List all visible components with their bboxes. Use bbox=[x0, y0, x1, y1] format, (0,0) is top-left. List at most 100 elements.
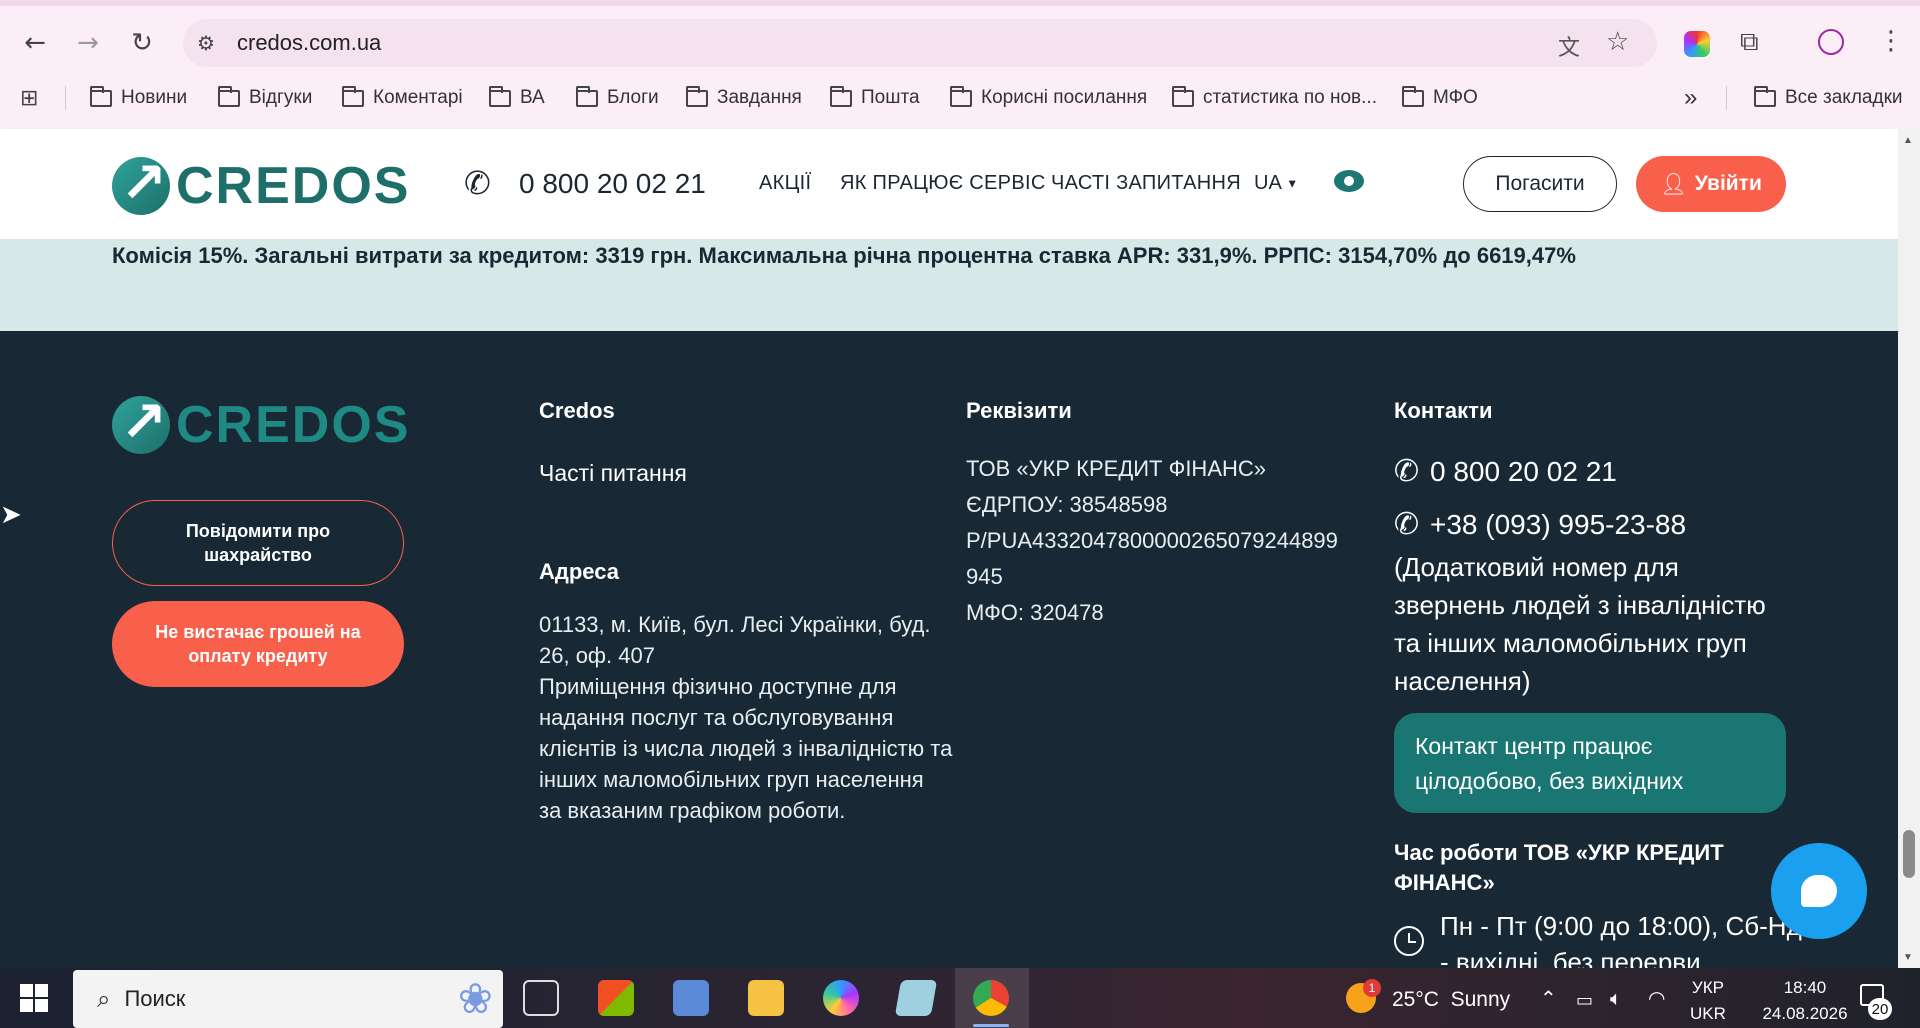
accessibility-text: Приміщення фізично доступне для bbox=[539, 674, 897, 699]
footer-contacts-title: Контакти bbox=[1394, 398, 1493, 423]
footer-address-title: Адреса bbox=[539, 559, 619, 584]
language-select[interactable]: UA ▼ bbox=[1254, 172, 1298, 195]
accessibility-text: інших маломобільних груп населення bbox=[539, 767, 924, 792]
faq-link[interactable]: Часті питання bbox=[539, 458, 687, 489]
profile-icon[interactable] bbox=[1818, 29, 1844, 55]
file-explorer-icon[interactable] bbox=[748, 980, 784, 1016]
network-icon[interactable]: ◠ bbox=[1648, 986, 1665, 1010]
contact-center-badge: Контакт центр працює цілодобово, без вих… bbox=[1394, 713, 1786, 813]
scroll-down-icon[interactable]: ▼ bbox=[1903, 952, 1913, 963]
puzzle-icon[interactable]: ⧉ bbox=[1740, 27, 1759, 58]
bookmark-label: Блоги bbox=[607, 87, 659, 108]
folder-icon bbox=[90, 85, 112, 107]
chat-icon bbox=[1801, 875, 1837, 907]
bookmark-label: МФО bbox=[1433, 87, 1478, 108]
bookmark-label: Завдання bbox=[717, 87, 802, 108]
user-icon: 👤︎ bbox=[1660, 171, 1687, 196]
nav-promotions[interactable]: АКЦІЇ bbox=[759, 172, 811, 195]
header-phone[interactable]: 0 800 20 02 21 bbox=[519, 168, 706, 200]
extension-icon[interactable] bbox=[1684, 31, 1710, 57]
forward-icon[interactable]: → bbox=[67, 22, 109, 64]
bookmark-item[interactable]: Блоги bbox=[576, 84, 659, 112]
bookmark-item[interactable]: Новини bbox=[90, 84, 187, 112]
bookmark-item[interactable]: Коментарі bbox=[342, 84, 463, 112]
chrome-icon[interactable] bbox=[973, 980, 1009, 1016]
bookmark-item[interactable]: статистика по нов... bbox=[1172, 84, 1377, 112]
requisites-line: 945 bbox=[966, 564, 1003, 589]
working-hours: - вихідні, без перерви bbox=[1440, 947, 1701, 968]
store-icon[interactable] bbox=[598, 980, 634, 1016]
requisites-line: ТОВ «УКР КРЕДИТ ФІНАНС» bbox=[966, 456, 1266, 481]
working-hours-title: Час роботи ТОВ «УКР КРЕДИТ bbox=[1394, 840, 1724, 865]
footer-logo[interactable]: CREDOS bbox=[112, 395, 410, 455]
folder-icon bbox=[950, 85, 972, 107]
bookmark-label: ВА bbox=[520, 87, 545, 108]
accessibility-eye-icon[interactable] bbox=[1334, 170, 1364, 192]
login-button[interactable]: 👤︎ Увійти bbox=[1636, 156, 1786, 212]
folder-icon bbox=[1754, 85, 1776, 107]
calculator-icon[interactable] bbox=[673, 980, 709, 1016]
header-logo[interactable]: CREDOS bbox=[112, 156, 410, 216]
translate-icon[interactable]: 文 bbox=[1558, 30, 1580, 62]
working-hours-title: ФІНАНС» bbox=[1394, 870, 1495, 895]
address-line: 01133, м. Київ, бул. Лесі Українки, буд. bbox=[539, 612, 931, 637]
requisites-line: МФО: 320478 bbox=[966, 600, 1104, 625]
requisites-line: Р/PUA4332047800000265079244899 bbox=[966, 528, 1338, 553]
lang-bottom: UKR bbox=[1690, 1004, 1726, 1023]
requisites-line: ЄДРПОУ: 38548598 bbox=[966, 492, 1168, 517]
volume-icon[interactable]: 🔈︎ bbox=[1610, 986, 1622, 1010]
bookmark-item[interactable]: Відгуки bbox=[218, 84, 312, 112]
bookmark-item[interactable]: ВА bbox=[489, 84, 545, 112]
weather-badge: 1 bbox=[1363, 979, 1381, 997]
chat-button[interactable] bbox=[1771, 843, 1867, 939]
address-line: 26, оф. 407 bbox=[539, 643, 655, 668]
task-view-icon[interactable] bbox=[523, 980, 559, 1016]
tab-strip bbox=[0, 0, 1920, 6]
nav-faq[interactable]: ЧАСТІ ЗАПИТАННЯ bbox=[1051, 172, 1241, 195]
pay-button[interactable]: Погасити bbox=[1463, 156, 1617, 212]
bookmark-label: Корисні посилання bbox=[981, 87, 1148, 108]
copilot-icon[interactable] bbox=[823, 980, 859, 1016]
language-label: UA bbox=[1254, 172, 1281, 194]
scroll-up-icon[interactable]: ▲ bbox=[1903, 135, 1913, 146]
bookmark-item[interactable]: Завдання bbox=[686, 84, 802, 112]
tray-chevron-icon[interactable]: ⌃ bbox=[1540, 986, 1557, 1010]
phone-icon: ✆ bbox=[464, 164, 491, 202]
bookmark-item[interactable]: Пошта bbox=[830, 84, 920, 112]
url-text[interactable]: credos.com.ua bbox=[237, 30, 381, 56]
back-icon[interactable]: ← bbox=[14, 22, 56, 64]
windows-start-icon[interactable] bbox=[20, 984, 48, 1012]
bookmark-label: статистика по нов... bbox=[1203, 87, 1377, 108]
all-bookmarks[interactable]: Все закладки bbox=[1754, 84, 1903, 112]
clock-icon bbox=[1394, 926, 1424, 956]
folder-icon bbox=[342, 85, 364, 107]
language-indicator[interactable]: УКР UKR bbox=[1690, 975, 1726, 1027]
battery-icon[interactable]: ▭ bbox=[1576, 990, 1593, 1011]
notepad-icon[interactable] bbox=[894, 980, 938, 1016]
lang-top: УКР bbox=[1691, 978, 1724, 997]
clock-date: 24.08.2026 bbox=[1762, 1004, 1848, 1023]
taskbar-search[interactable]: ⌕ Поиск ❀ bbox=[73, 970, 503, 1028]
disclaimer-text: Комісія 15%. Загальні витрати за кредито… bbox=[112, 243, 1576, 268]
contact-phone[interactable]: 0 800 20 02 21 bbox=[1430, 456, 1617, 487]
not-enough-money-button[interactable]: Не вистачає грошей на оплату кредиту bbox=[112, 601, 404, 687]
accessibility-text: надання послуг та обслуговування bbox=[539, 705, 894, 730]
clock[interactable]: 18:40 24.08.2026 bbox=[1750, 975, 1860, 1027]
folder-icon bbox=[489, 85, 511, 107]
menu-icon[interactable]: ⋮ bbox=[1878, 26, 1904, 56]
report-fraud-button[interactable]: Повідомити про шахрайство bbox=[112, 500, 404, 586]
bookmarks-overflow-icon[interactable]: » bbox=[1684, 84, 1697, 112]
site-info-icon[interactable]: ⚙ bbox=[197, 31, 215, 55]
weather-text[interactable]: 25°C Sunny bbox=[1392, 988, 1510, 1012]
butterfly-icon: ❀ bbox=[457, 974, 493, 1023]
bookmark-item[interactable]: МФО bbox=[1402, 84, 1478, 112]
star-icon[interactable]: ☆ bbox=[1606, 27, 1629, 57]
reload-icon[interactable]: ↻ bbox=[121, 22, 163, 64]
contact-phone[interactable]: +38 (093) 995-23-88 bbox=[1430, 509, 1686, 540]
bookmark-item[interactable]: Корисні посилання bbox=[950, 84, 1147, 112]
scroll-thumb[interactable] bbox=[1903, 830, 1915, 878]
nav-how-it-works[interactable]: ЯК ПРАЦЮЄ СЕРВІС bbox=[840, 172, 1046, 195]
notification-count: 20 bbox=[1868, 998, 1892, 1020]
address-bar[interactable] bbox=[183, 19, 1657, 67]
apps-icon[interactable]: ⊞ bbox=[20, 86, 38, 111]
